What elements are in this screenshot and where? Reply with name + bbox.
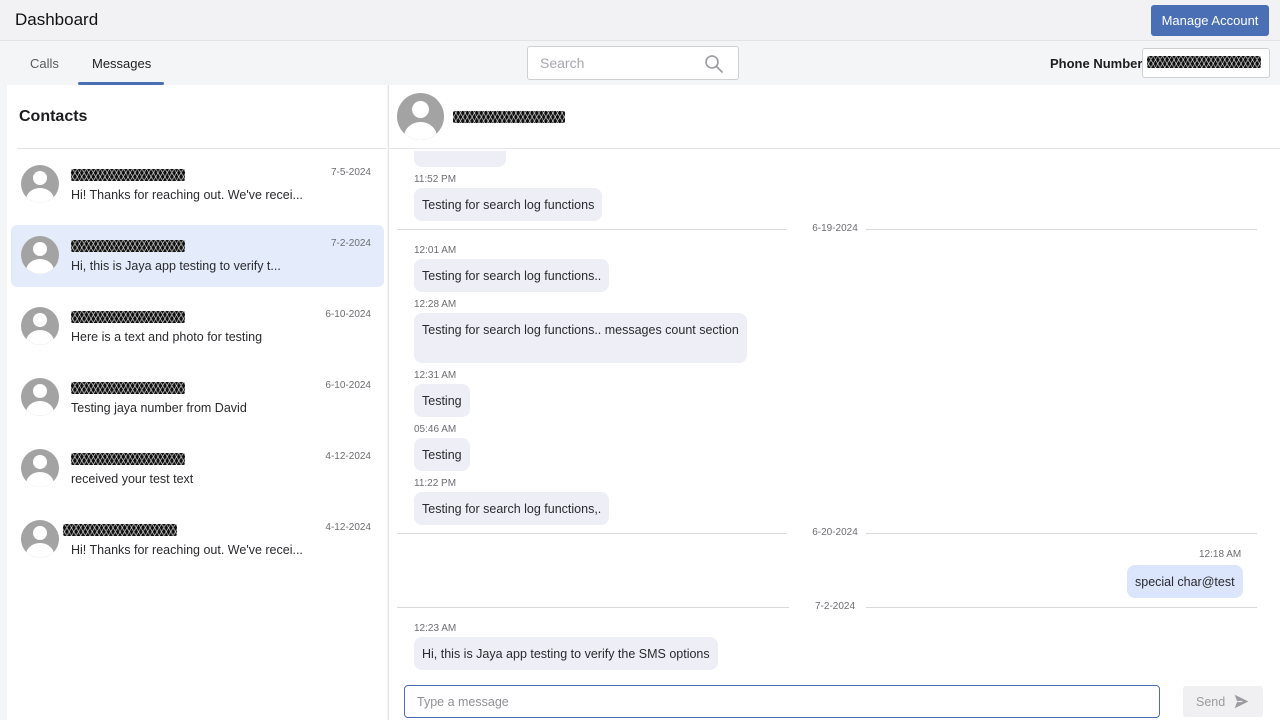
search-box [527, 46, 739, 80]
avatar-icon [21, 520, 59, 558]
date-separator: 6-20-2024 [397, 526, 1257, 542]
avatar-icon [21, 165, 59, 203]
date-separator-label: 6-20-2024 [812, 527, 858, 538]
message-time: 12:01 AM [414, 245, 457, 256]
contact-preview: Testing jaya number from David [71, 401, 247, 415]
date-separator: 6-19-2024 [397, 222, 1257, 238]
redacted-contact-name [71, 453, 185, 465]
app-title: Dashboard [15, 10, 99, 29]
redacted-chat-contact-name [453, 111, 565, 123]
phone-number-label: Phone Number [1050, 56, 1143, 71]
contact-preview: received your test text [71, 472, 194, 486]
message-time: 12:23 AM [414, 623, 457, 634]
date-separator-label: 7-2-2024 [814, 601, 856, 612]
avatar-icon [21, 307, 59, 345]
contact-item[interactable]: 4-12-2024 Hi! Thanks for reaching out. W… [11, 509, 384, 571]
message-bubble-incoming: Testing for search log functions.. messa… [414, 313, 747, 363]
redacted-phone-number [1147, 56, 1261, 68]
tab-calls[interactable]: Calls [30, 56, 59, 71]
date-separator: 7-2-2024 [397, 600, 1257, 616]
search-input[interactable] [528, 47, 698, 79]
chat-panel: 11:52 PM Testing for search log function… [388, 85, 1280, 720]
redacted-contact-name [71, 169, 185, 181]
manage-account-button[interactable]: Manage Account [1151, 5, 1269, 36]
phone-number-field[interactable] [1142, 48, 1270, 78]
chat-header [389, 85, 1280, 149]
message-bubble-incoming: Testing for search log functions [414, 188, 603, 221]
contact-date: 4-12-2024 [325, 451, 371, 462]
redacted-contact-name [71, 240, 185, 252]
contact-date: 4-12-2024 [325, 522, 371, 533]
message-time: 12:18 AM [1199, 549, 1242, 560]
send-button-label: Send [1196, 695, 1226, 709]
contact-item[interactable]: 7-5-2024 Hi! Thanks for reaching out. We… [11, 154, 384, 216]
redacted-contact-name [71, 311, 185, 323]
message-time: 12:28 AM [414, 299, 457, 310]
contact-item[interactable]: 6-10-2024 Testing jaya number from David [11, 367, 384, 429]
contact-preview: Hi! Thanks for reaching out. We've recei… [71, 543, 303, 557]
avatar-icon [397, 93, 444, 140]
message-bubble-incoming: Testing [414, 384, 470, 417]
contact-item[interactable]: 4-12-2024 received your test text [11, 438, 384, 500]
message-bubble-incoming: Testing for search log functions.. [414, 259, 610, 292]
contact-preview: Hi, this is Jaya app testing to verify t… [71, 259, 281, 273]
message-bubble-partial [414, 151, 506, 167]
contacts-title: Contacts [19, 108, 88, 125]
message-bubble-incoming: Testing [414, 438, 470, 471]
redacted-contact-name [63, 524, 177, 536]
contact-item[interactable]: 7-2-2024 Hi, this is Jaya app testing to… [11, 225, 384, 287]
message-bubble-incoming: Hi, this is Jaya app testing to verify t… [414, 637, 718, 670]
avatar-icon [21, 236, 59, 274]
contacts-panel: Contacts 7-5-2024 Hi! Thanks for reachin… [7, 85, 387, 720]
contact-date: 6-10-2024 [325, 309, 371, 320]
redacted-contact-name [71, 382, 185, 394]
contact-date: 7-5-2024 [330, 167, 371, 178]
avatar-icon [21, 449, 59, 487]
message-time: 11:52 PM [414, 174, 457, 185]
tab-messages[interactable]: Messages [92, 56, 151, 71]
contact-preview: Hi! Thanks for reaching out. We've recei… [71, 188, 303, 202]
avatar-icon [21, 378, 59, 416]
message-time: 11:22 PM [414, 478, 457, 489]
message-input[interactable] [404, 685, 1160, 718]
contact-preview: Here is a text and photo for testing [71, 330, 263, 344]
message-time: 05:46 AM [414, 424, 457, 435]
message-bubble-incoming: Testing for search log functions,. [414, 492, 610, 525]
message-time: 12:31 AM [414, 370, 457, 381]
top-bar: Dashboard Manage Account [0, 0, 1280, 41]
search-icon[interactable] [704, 54, 724, 74]
send-icon [1234, 694, 1249, 709]
date-separator-label: 6-19-2024 [812, 223, 858, 234]
send-button[interactable]: Send [1183, 686, 1263, 717]
message-bubble-outgoing: special char@test [1127, 565, 1243, 598]
divider [17, 148, 387, 149]
contact-item[interactable]: 6-10-2024 Here is a text and photo for t… [11, 296, 384, 358]
contact-date: 7-2-2024 [330, 238, 371, 249]
contact-date: 6-10-2024 [325, 380, 371, 391]
